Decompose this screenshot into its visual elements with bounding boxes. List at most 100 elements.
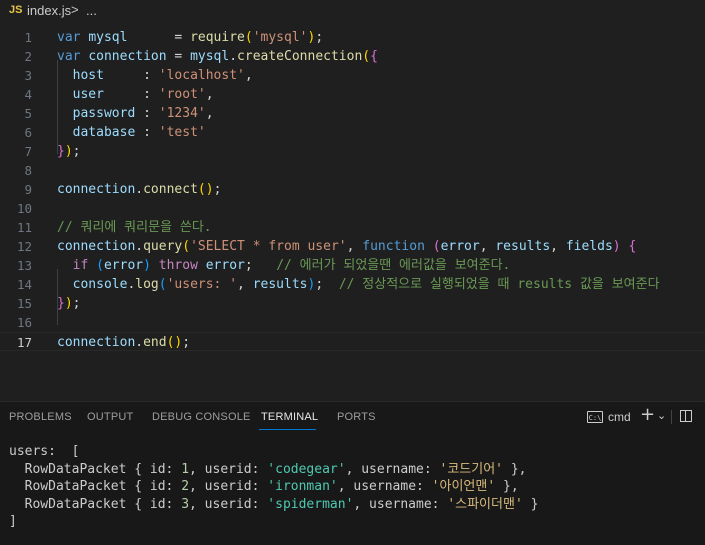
code-line[interactable]: 1 var mysql = require('mysql'); xyxy=(0,28,705,47)
code-token: , xyxy=(237,277,253,292)
code-token: . xyxy=(135,335,144,350)
terminal-token: }, xyxy=(503,461,527,477)
code-text: connection.end(); xyxy=(57,334,190,351)
terminal-token: 3 xyxy=(181,496,190,512)
code-line[interactable]: 17 connection.end(); xyxy=(0,332,705,351)
terminal-line: ] xyxy=(9,513,538,531)
chevron-down-icon[interactable]: ⌄ xyxy=(657,409,666,422)
code-token: host xyxy=(72,68,104,83)
code-line[interactable]: 4 user : 'root', xyxy=(0,85,705,104)
bottom-panel: PROBLEMS OUTPUT DEBUG CONSOLE TERMINAL P… xyxy=(0,401,705,545)
code-token: ) xyxy=(143,258,151,273)
terminal-token: ] xyxy=(9,514,17,529)
code-line[interactable]: 5 password : '1234', xyxy=(0,104,705,123)
code-text: if (error) throw error; // 에러가 되었을땐 에러값을… xyxy=(57,257,511,274)
code-line[interactable]: 2 var connection = mysql.createConnection… xyxy=(0,47,705,66)
code-line[interactable]: 15}); xyxy=(0,294,705,313)
code-token: : xyxy=(103,87,159,102)
terminal-token: , userid: xyxy=(189,496,268,512)
code-token: ; xyxy=(244,258,277,273)
code-token: 'users: ' xyxy=(166,277,238,292)
tab-output[interactable]: OUTPUT xyxy=(87,411,133,423)
code-line[interactable]: 10 xyxy=(0,199,705,218)
code-token: ( xyxy=(432,239,441,254)
code-token: 'localhost' xyxy=(158,68,245,83)
breadcrumb-file[interactable]: index.js xyxy=(27,3,71,18)
code-line[interactable]: 7}); xyxy=(0,142,705,161)
code-token: error xyxy=(205,258,245,273)
code-token: user xyxy=(72,87,104,102)
terminal-token: , username: xyxy=(345,461,440,477)
code-line[interactable]: 3 host : 'localhost', xyxy=(0,66,705,85)
code-token: 'test' xyxy=(158,125,206,140)
terminal-line: RowDataPacket { id: 2, userid: 'ironman'… xyxy=(9,478,538,496)
code-token: ( xyxy=(362,49,371,64)
code-line[interactable]: 8 xyxy=(0,161,705,180)
tab-terminal[interactable]: TERMINAL xyxy=(261,411,318,423)
code-token: password xyxy=(72,106,136,121)
code-token: 'SELECT * from user' xyxy=(190,239,347,254)
code-token: , xyxy=(346,239,363,254)
line-number: 3 xyxy=(24,68,32,83)
code-editor[interactable]: 1 var mysql = require('mysql'); 2 var conne… xyxy=(0,22,705,420)
terminal-token: '스파이더맨' xyxy=(447,496,523,512)
code-token: , xyxy=(550,239,566,254)
line-number: 1 xyxy=(24,30,32,45)
terminal-name[interactable]: cmd xyxy=(608,410,631,424)
code-line[interactable]: 6 database : 'test' xyxy=(0,123,705,142)
terminal-token: users: [ xyxy=(9,444,80,459)
terminal-token: '코드기어' xyxy=(439,461,504,477)
tab-problems[interactable]: PROBLEMS xyxy=(9,411,72,423)
code-line[interactable]: 16 xyxy=(0,313,705,332)
code-line[interactable]: 11 // 쿼리에 쿼리문을 쓴다. xyxy=(0,218,705,237)
code-token: : xyxy=(103,68,159,83)
code-token: // 정상적으로 실행되었을 때 results 값을 보여준다 xyxy=(338,277,660,292)
line-number: 4 xyxy=(24,87,32,102)
code-token: ; xyxy=(182,335,191,350)
code-line[interactable]: 13 if (error) throw error; // 에러가 되었을땐 에… xyxy=(0,256,705,275)
terminal-token: RowDataPacket { id: xyxy=(9,461,182,477)
terminal-icon[interactable]: C:\ xyxy=(587,411,603,423)
plus-icon[interactable]: + xyxy=(640,404,655,425)
code-text: connection.query('SELECT * from user', f… xyxy=(57,238,636,255)
terminal-token: , username: xyxy=(337,479,432,494)
code-line[interactable]: 9 connection.connect(); xyxy=(0,180,705,199)
tab-ports[interactable]: PORTS xyxy=(337,411,376,423)
code-token: error xyxy=(440,239,480,254)
code-token: , xyxy=(205,106,214,121)
line-number: 15 xyxy=(16,296,32,311)
code-text: }); xyxy=(57,295,80,312)
breadcrumb-symbols[interactable]: ... xyxy=(86,3,97,18)
terminal-output[interactable]: users: [ RowDataPacket { id: 1, userid: … xyxy=(9,443,538,531)
tab-debug-console[interactable]: DEBUG CONSOLE xyxy=(152,411,251,423)
code-token: 'mysql' xyxy=(252,30,308,45)
terminal-token: , userid: xyxy=(189,461,268,477)
code-text: database : 'test' xyxy=(57,124,206,141)
terminal-token: 'codegear' xyxy=(267,461,346,477)
code-token: } xyxy=(57,144,65,159)
code-token: require xyxy=(190,30,245,45)
terminal-token: 2 xyxy=(181,479,190,494)
code-text: console.log('users: ', results); // 정상적으… xyxy=(57,276,660,293)
line-number: 5 xyxy=(24,106,32,121)
code-text: password : '1234', xyxy=(57,105,214,122)
code-token: fields xyxy=(565,239,613,254)
code-line[interactable]: 12 connection.query('SELECT * from user',… xyxy=(0,237,705,256)
terminal-line: RowDataPacket { id: 3, userid: 'spiderma… xyxy=(9,496,539,514)
code-line[interactable]: 14 console.log('users: ', results); // 정… xyxy=(0,275,705,294)
terminal-token: '아이언맨' xyxy=(431,479,496,494)
code-token: console xyxy=(72,277,128,292)
line-number: 7 xyxy=(24,144,32,159)
code-text: // 쿼리에 쿼리문을 쓴다. xyxy=(57,219,212,236)
code-token: ; xyxy=(213,182,222,197)
code-token: if xyxy=(72,258,97,273)
active-tab-indicator xyxy=(259,429,316,430)
code-token: end xyxy=(143,335,167,350)
split-layout-icon[interactable] xyxy=(680,410,692,422)
code-token: = xyxy=(127,30,191,45)
code-token: var xyxy=(57,30,89,45)
line-number: 12 xyxy=(16,239,32,254)
